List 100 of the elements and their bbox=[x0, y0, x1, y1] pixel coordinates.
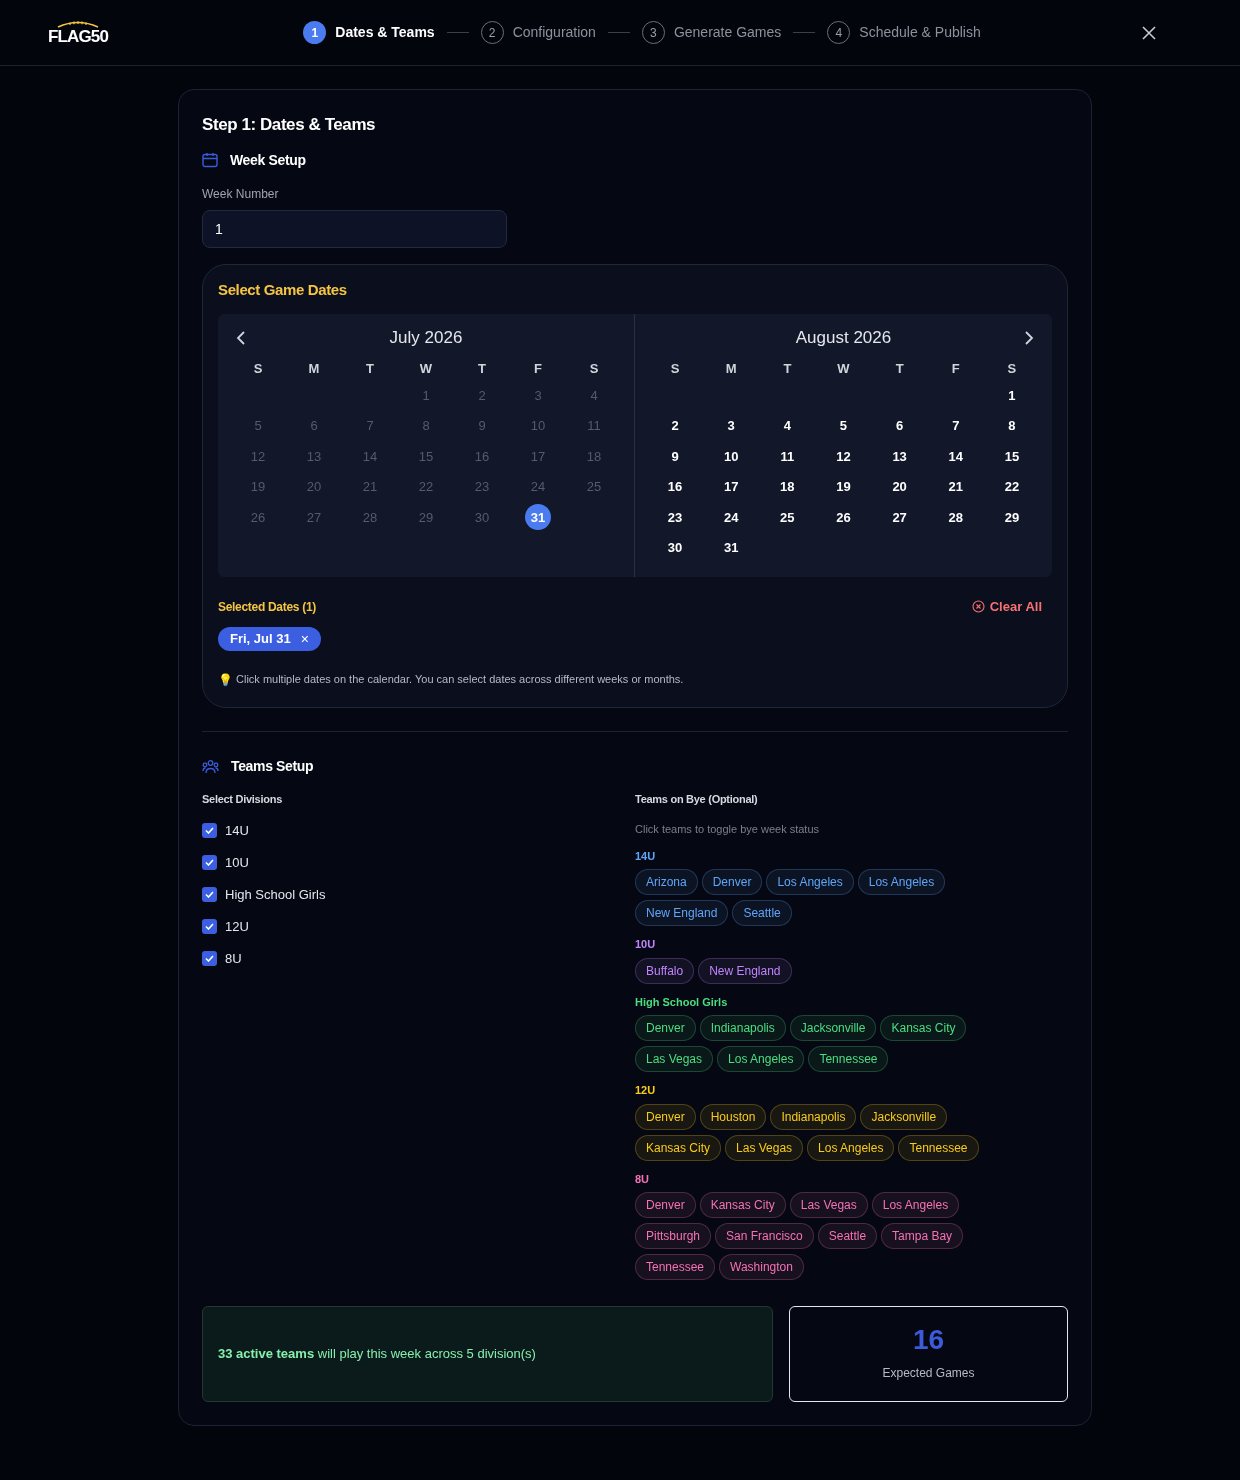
remove-date-button[interactable]: × bbox=[300, 631, 309, 646]
calendar-day[interactable]: 19 bbox=[830, 473, 857, 500]
team-chip[interactable]: Kansas City bbox=[699, 1192, 786, 1218]
weekday-label: W bbox=[419, 360, 433, 379]
chevron-left-icon[interactable] bbox=[236, 331, 246, 345]
calendar-icon bbox=[202, 152, 218, 168]
weekday-label: M bbox=[725, 360, 737, 379]
field-label: Teams on Bye (Optional) bbox=[635, 791, 758, 807]
weekday-label: S bbox=[1007, 360, 1017, 379]
calendar-day[interactable]: 11 bbox=[774, 443, 801, 470]
calendar-day[interactable]: 28 bbox=[942, 504, 969, 531]
step-tab[interactable]: 4 Schedule & Publish bbox=[827, 21, 981, 44]
team-chip[interactable]: Los Angeles bbox=[857, 869, 946, 895]
calendar-day[interactable]: 23 bbox=[662, 504, 689, 531]
section-title: Teams Setup bbox=[231, 756, 314, 776]
team-chip[interactable]: Buffalo bbox=[635, 957, 695, 984]
calendar-day[interactable]: 4 bbox=[774, 412, 801, 439]
calendar-day[interactable]: 17 bbox=[718, 473, 745, 500]
team-chip[interactable]: Tennessee bbox=[898, 1134, 979, 1161]
team-chip[interactable]: Jacksonville bbox=[860, 1103, 948, 1130]
week-number-input[interactable]: 1 bbox=[202, 209, 507, 248]
team-chip[interactable]: Tampa Bay bbox=[881, 1223, 964, 1249]
calendar-day[interactable]: 29 bbox=[998, 504, 1025, 531]
checkbox[interactable] bbox=[202, 855, 217, 870]
weekday-label: S bbox=[589, 360, 599, 379]
close-icon[interactable] bbox=[1142, 25, 1156, 40]
division-label: 12U bbox=[225, 917, 249, 936]
weekday-label: T bbox=[783, 360, 792, 379]
team-chip[interactable]: Denver bbox=[635, 1103, 696, 1130]
calendar-day[interactable]: 5 bbox=[830, 412, 857, 439]
clear-all-button[interactable]: Clear All bbox=[971, 597, 1042, 617]
calendar-day[interactable]: 9 bbox=[662, 443, 689, 470]
division-label: High School Girls bbox=[225, 885, 326, 904]
calendar-day[interactable]: 18 bbox=[774, 473, 801, 500]
calendar-day[interactable]: 26 bbox=[830, 504, 857, 531]
step-tab[interactable]: 2 Configuration bbox=[480, 21, 596, 44]
summary-text: 33 active teams will play this week across 5 division(s) bbox=[218, 1345, 536, 1364]
calendar-day[interactable]: 24 bbox=[718, 504, 745, 531]
team-chip[interactable]: San Francisco bbox=[715, 1223, 814, 1249]
calendar-day[interactable]: 12 bbox=[830, 443, 857, 470]
team-chip[interactable]: Los Angeles bbox=[766, 869, 854, 895]
calendar-day[interactable]: 30 bbox=[662, 534, 689, 561]
weekday-label: T bbox=[366, 360, 374, 379]
step-tab[interactable]: 1 Dates & Teams bbox=[303, 21, 435, 44]
calendar-day[interactable]: 21 bbox=[942, 473, 969, 500]
chevron-right-icon[interactable] bbox=[1024, 331, 1034, 345]
team-chip[interactable]: Tennessee bbox=[808, 1046, 889, 1072]
team-chip[interactable]: Denver bbox=[635, 1192, 696, 1218]
division-heading: 14U bbox=[635, 848, 656, 864]
team-chip[interactable]: Los Angeles bbox=[871, 1192, 960, 1218]
checkmark-icon bbox=[205, 827, 214, 834]
checkbox[interactable] bbox=[202, 887, 217, 902]
calendar-day[interactable]: 2 bbox=[662, 412, 689, 439]
checkbox[interactable] bbox=[202, 951, 217, 966]
team-chip[interactable]: Washington bbox=[719, 1254, 804, 1280]
checkbox[interactable] bbox=[202, 919, 217, 934]
team-chip[interactable]: Kansas City bbox=[880, 1015, 967, 1041]
team-chip[interactable]: Seattle bbox=[817, 1223, 878, 1249]
weekday-label: S bbox=[253, 360, 263, 379]
calendar-day[interactable]: 6 bbox=[886, 412, 913, 439]
calendar-day[interactable]: 1 bbox=[998, 382, 1025, 409]
checkmark-icon bbox=[205, 891, 214, 898]
calendar-day[interactable]: 31 bbox=[525, 504, 551, 531]
team-chip[interactable]: Pittsburgh bbox=[635, 1223, 712, 1249]
team-chip[interactable]: Las Vegas bbox=[789, 1192, 868, 1218]
calendar-day[interactable]: 10 bbox=[718, 443, 745, 470]
calendar-day[interactable]: 25 bbox=[774, 504, 801, 531]
division-heading: 10U bbox=[635, 937, 656, 952]
team-chip[interactable]: Las Vegas bbox=[725, 1134, 804, 1161]
team-chip[interactable]: Jacksonville bbox=[789, 1015, 877, 1041]
calendar-day[interactable]: 8 bbox=[998, 412, 1025, 439]
step-tab[interactable]: 3 Generate Games bbox=[641, 21, 782, 44]
team-chip[interactable]: Indianapolis bbox=[770, 1103, 857, 1130]
calendar-day[interactable]: 31 bbox=[718, 534, 745, 561]
team-chip[interactable]: Los Angeles bbox=[807, 1134, 895, 1161]
calendar-day[interactable]: 16 bbox=[662, 473, 689, 500]
team-chip[interactable]: Las Vegas bbox=[635, 1046, 714, 1072]
calendar-day[interactable]: 15 bbox=[998, 443, 1025, 470]
team-chip[interactable]: Kansas City bbox=[635, 1134, 722, 1161]
weekday-label: W bbox=[837, 360, 850, 379]
calendar-day[interactable]: 22 bbox=[998, 473, 1025, 500]
team-chip[interactable]: Denver bbox=[701, 869, 763, 895]
team-chip[interactable]: New England bbox=[698, 957, 792, 984]
checkbox[interactable] bbox=[202, 823, 217, 838]
calendar-day[interactable]: 3 bbox=[718, 412, 745, 439]
team-chip[interactable]: New England bbox=[635, 900, 729, 926]
team-chip[interactable]: Seattle bbox=[732, 900, 792, 926]
team-chip[interactable]: Indianapolis bbox=[699, 1015, 786, 1041]
field-label: Select Divisions bbox=[202, 791, 282, 807]
calendar-day[interactable]: 27 bbox=[886, 504, 913, 531]
team-chip[interactable]: Tennessee bbox=[635, 1254, 716, 1280]
calendar-day[interactable]: 14 bbox=[942, 443, 969, 470]
calendar-day[interactable]: 7 bbox=[942, 412, 969, 439]
team-chip[interactable]: Los Angeles bbox=[717, 1046, 805, 1072]
calendar-day[interactable]: 13 bbox=[886, 443, 913, 470]
team-chip[interactable]: Houston bbox=[699, 1103, 767, 1130]
checkmark-icon bbox=[205, 859, 214, 866]
team-chip[interactable]: Arizona bbox=[635, 869, 698, 895]
team-chip[interactable]: Denver bbox=[635, 1015, 696, 1041]
calendar-day[interactable]: 20 bbox=[886, 473, 913, 500]
